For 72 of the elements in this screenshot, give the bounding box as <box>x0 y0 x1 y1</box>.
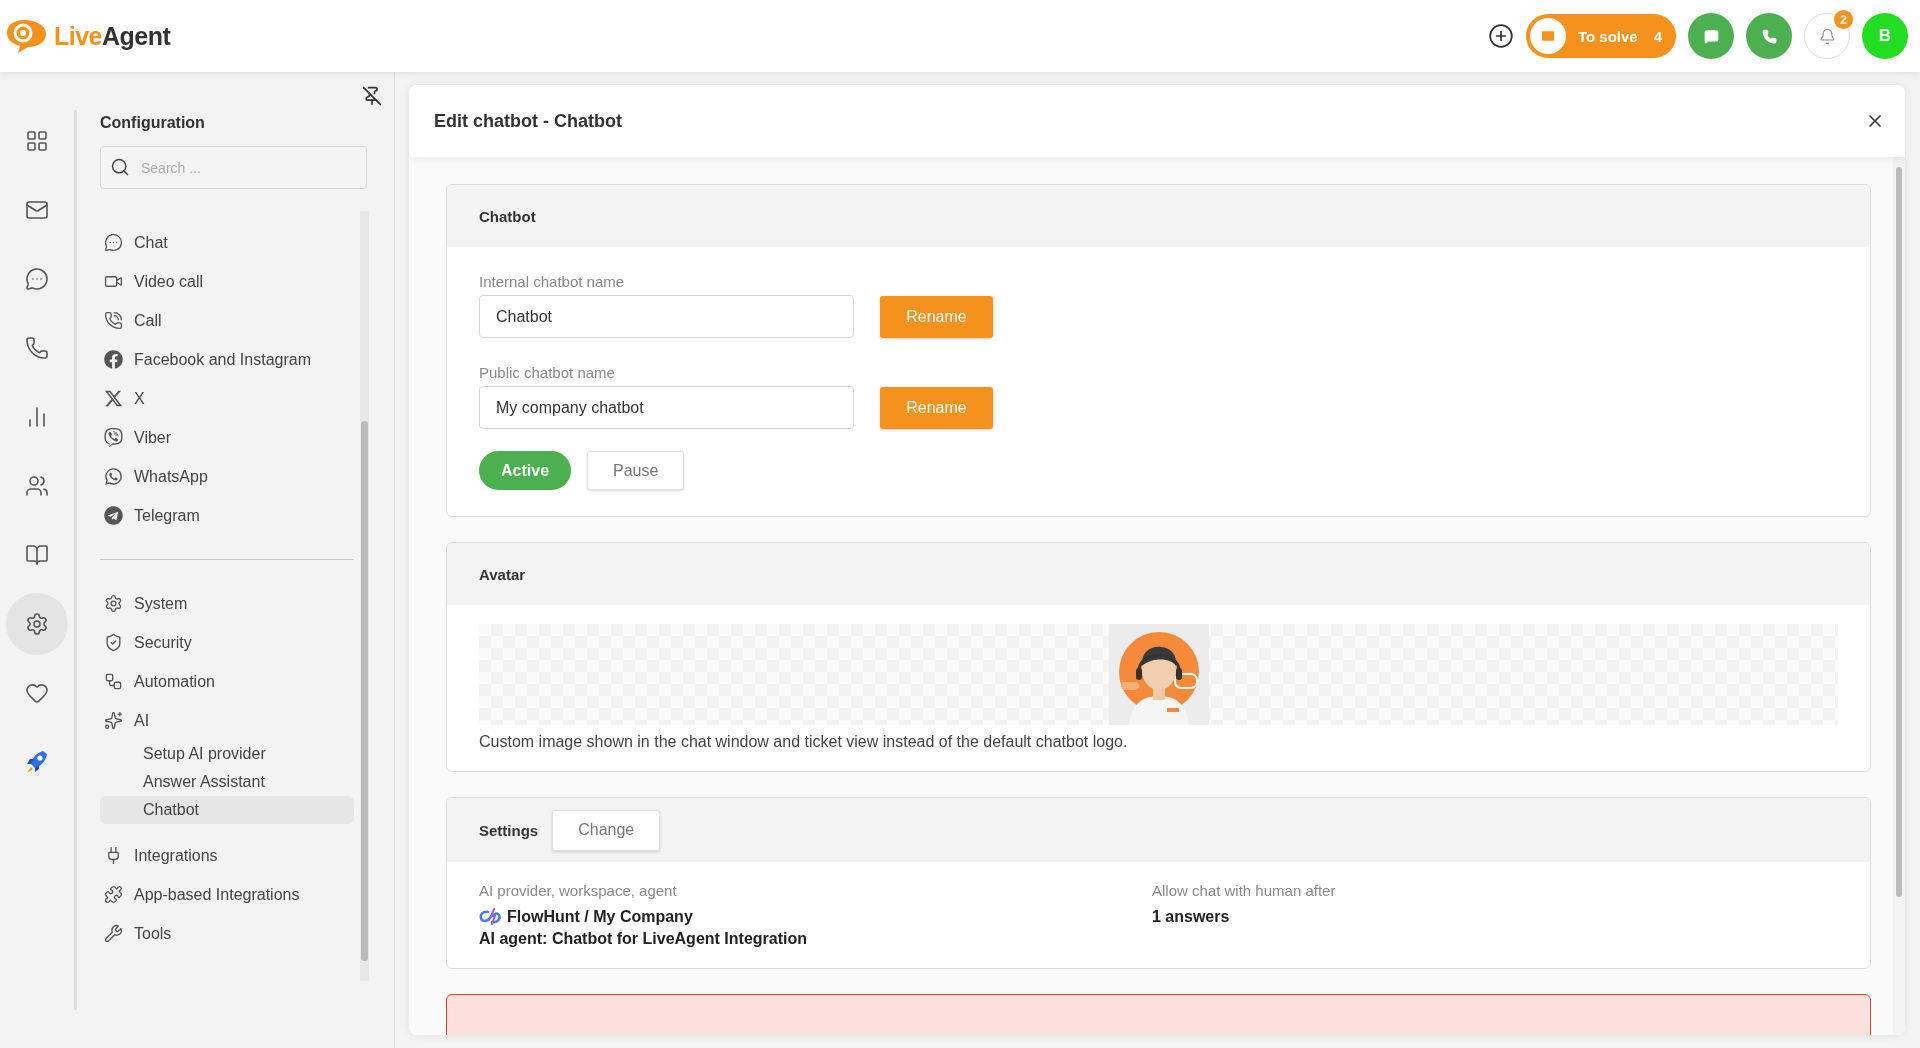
settings-icon <box>104 594 123 613</box>
book-icon <box>25 543 49 567</box>
menu-item[interactable]: X <box>100 379 354 418</box>
menu-item[interactable]: Chat <box>100 223 354 262</box>
name-field[interactable]: Chatbot <box>479 295 854 338</box>
viber-icon <box>104 428 123 447</box>
menu-item[interactable]: Automation <box>100 662 354 701</box>
rocket-icon <box>25 749 49 775</box>
menu-item[interactable]: Call <box>100 301 354 340</box>
section-title: Settings <box>479 821 539 839</box>
bell-icon <box>1818 27 1836 45</box>
whatsapp-icon <box>104 467 123 486</box>
setting-value: AI agent: Chatbot for LiveAgent Integration <box>479 930 807 948</box>
notification-badge: 2 <box>1834 10 1853 29</box>
phone-call-icon <box>104 311 123 330</box>
loop-logo-icon <box>479 908 501 926</box>
menu-item[interactable]: Tools <box>100 914 354 953</box>
field-label: Internal chatbot name <box>479 273 626 290</box>
menu-item[interactable]: Security <box>100 623 354 662</box>
logo-text: LiveAgent <box>54 21 171 51</box>
puzzle-icon <box>104 885 123 904</box>
chat-icon <box>1703 28 1719 44</box>
status-button[interactable]: Pause <box>587 451 685 490</box>
submenu-item[interactable]: Chatbot <box>100 796 354 824</box>
phone-icon <box>1761 28 1777 44</box>
users-icon <box>25 474 49 498</box>
settings-icon <box>25 612 49 636</box>
submenu-item[interactable]: Answer Assistant <box>100 768 354 796</box>
unpin-button[interactable] <box>362 86 382 106</box>
phone-button[interactable] <box>1746 13 1792 59</box>
workflow-icon <box>104 672 123 691</box>
search-icon <box>110 157 130 177</box>
plus-icon <box>1487 23 1514 49</box>
menu-item[interactable]: Integrations <box>100 836 354 875</box>
setting-value: 1 answers <box>1152 908 1230 926</box>
setting-value: FlowHunt / My Company <box>507 908 693 926</box>
avatar-caption: Custom image shown in the chat window and ticket view instead of the default chatbot logo. <box>479 733 1129 751</box>
phone-icon <box>25 336 49 360</box>
section-title: Avatar <box>479 565 526 583</box>
section-title: Chatbot <box>479 207 536 225</box>
add-button[interactable] <box>1487 23 1514 49</box>
name-field[interactable]: My company chatbot <box>479 386 854 429</box>
menu-item[interactable]: Video call <box>100 262 354 301</box>
scrollbar[interactable] <box>360 211 369 981</box>
chat-button[interactable] <box>1688 13 1734 59</box>
scrollbar[interactable] <box>1893 157 1905 1035</box>
unpin-icon <box>362 86 382 106</box>
menu-item[interactable]: Telegram <box>100 496 354 535</box>
change-button[interactable]: Change <box>552 809 661 851</box>
submenu-item[interactable]: Setup AI provider <box>100 740 354 768</box>
menu-item[interactable]: System <box>100 584 354 623</box>
chat-icon <box>104 233 123 252</box>
menu-item[interactable]: WhatsApp <box>100 457 354 496</box>
menu-item[interactable]: Viber <box>100 418 354 457</box>
field-label: Public chatbot name <box>479 364 616 381</box>
grid-icon <box>25 129 49 153</box>
menu-item[interactable]: Facebook and Instagram <box>100 340 354 379</box>
wrench-icon <box>104 924 123 943</box>
facebook-icon <box>104 350 123 369</box>
heart-icon <box>25 681 49 705</box>
chat-icon <box>25 267 49 291</box>
x-icon <box>104 389 123 408</box>
search-field[interactable]: Search ... <box>100 146 367 189</box>
panel-title: Configuration <box>100 114 206 132</box>
dialog-title: Edit chatbot - Chatbot <box>434 110 622 132</box>
sparkles-icon <box>104 711 123 730</box>
shield-icon <box>104 633 123 652</box>
menu-item[interactable]: AI <box>100 701 354 740</box>
setting-label: Allow chat with human after <box>1152 882 1337 899</box>
menu-item[interactable]: App-based Integrations <box>100 875 354 914</box>
setting-label: AI provider, workspace, agent <box>479 882 678 899</box>
telegram-icon <box>104 506 123 525</box>
